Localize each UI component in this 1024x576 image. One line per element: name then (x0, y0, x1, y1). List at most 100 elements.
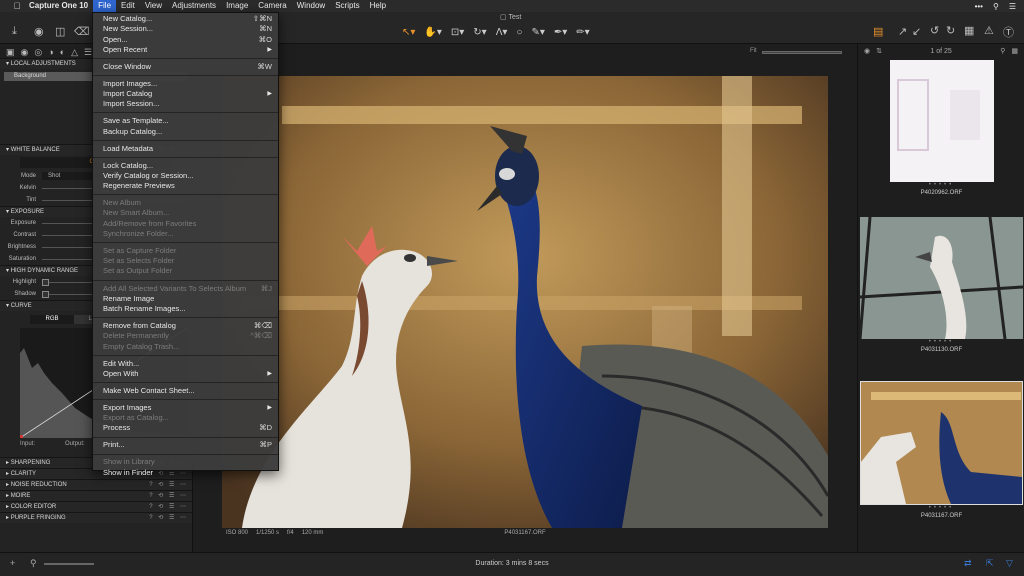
main-image[interactable] (222, 76, 828, 528)
library-tab-icon[interactable]: ▣ (6, 47, 15, 57)
menu-item-show-in-finder[interactable]: Show in Finder (93, 468, 278, 478)
menu-item-regenerate-previews[interactable]: Regenerate Previews (93, 181, 278, 191)
brush-tool-icon[interactable]: ✎▾ (531, 27, 544, 38)
menu-window[interactable]: Window (292, 0, 330, 12)
menu-file[interactable]: File (93, 0, 117, 12)
app-menu[interactable]: Capture One 10 (24, 0, 93, 12)
copy-adjustments-icon[interactable]: ↗ (898, 25, 907, 38)
menu-view[interactable]: View (140, 0, 167, 12)
menu-item-close-window[interactable]: Close Window ⌘W (93, 62, 278, 72)
color-tab-icon[interactable]: ◑ (48, 47, 53, 57)
menu-item-export-images[interactable]: Export Images ▶ (93, 403, 278, 413)
capture-tab-icon[interactable]: ◉ (21, 47, 29, 57)
menu-item-rename-image[interactable]: Rename Image (93, 294, 278, 304)
warning-icon[interactable]: ⚠ (984, 24, 994, 37)
menu-item-backup-catalog[interactable]: Backup Catalog... (93, 127, 278, 137)
menu-image[interactable]: Image (221, 0, 253, 12)
details-tab-icon[interactable]: △ (71, 47, 78, 57)
annotate-tool-icon[interactable]: ✏▾ (576, 27, 589, 38)
submenu-arrow-icon: ▶ (267, 91, 272, 98)
menu-edit[interactable]: Edit (116, 0, 140, 12)
menu-adjustments[interactable]: Adjustments (167, 0, 221, 12)
menu-item-edit-with[interactable]: Edit With... (93, 359, 278, 369)
share-icon[interactable]: ⇱ (986, 558, 994, 569)
apple-menu-icon[interactable]:  (10, 1, 24, 11)
menu-item-import-session[interactable]: Import Session... (93, 99, 278, 109)
menu-item-open[interactable]: Open... ⌘O (93, 35, 278, 45)
menu-item-lock-catalog[interactable]: Lock Catalog... (93, 161, 278, 171)
menu-item-load-metadata[interactable]: Load Metadata (93, 144, 278, 154)
adjustments-tab-icon[interactable]: ☰ (84, 47, 92, 57)
eye-icon[interactable]: ◉ (864, 47, 870, 55)
menu-item-import-catalog[interactable]: Import Catalog ▶ (93, 89, 278, 99)
rating-dots[interactable]: ••••• (860, 182, 1023, 188)
menu-item-verify-catalog-or-session[interactable]: Verify Catalog or Session... (93, 171, 278, 181)
layers-icon[interactable]: ▤ (873, 25, 883, 38)
menu-item-batch-rename-images[interactable]: Batch Rename Images... (93, 304, 278, 314)
menu-item-import-images[interactable]: Import Images... (93, 79, 278, 89)
undo-icon[interactable]: ↺ (930, 24, 939, 37)
menu-item-save-as-template[interactable]: Save as Template... (93, 116, 278, 126)
moire-header[interactable]: ▸ MOIRE? ⟲ ☰ ⋯ (0, 490, 192, 501)
menu-item-label: Delete Permanently (103, 331, 169, 341)
thumbnail[interactable]: ••••• P4020962.ORF (860, 60, 1023, 196)
grid-view-icon[interactable]: ▦ (1011, 47, 1018, 55)
crop-tool-icon[interactable]: ⊡▾ (451, 27, 464, 38)
menu-item-new-session[interactable]: New Session... ⌘N (93, 24, 278, 34)
thumbnail-selected[interactable]: ••••• P4031167.ORF (860, 381, 1023, 519)
menu-item-label: Export Images (103, 402, 152, 412)
menu-item-label: New Session... (103, 24, 154, 34)
menu-camera[interactable]: Camera (253, 0, 291, 12)
purple-fringing-header[interactable]: ▸ PURPLE FRINGING? ⟲ ☰ ⋯ (0, 512, 192, 523)
more-icon[interactable]: ••• (975, 2, 983, 11)
apply-adjustments-icon[interactable]: ↙ (912, 25, 921, 38)
menu-item-process[interactable]: Process ⌘D (93, 423, 278, 433)
camera-icon[interactable]: ◉ (34, 25, 44, 38)
picker-tool-icon[interactable]: ✒▾ (554, 27, 567, 38)
select-tool-icon[interactable]: ↖▾ (402, 27, 415, 38)
menu-scripts[interactable]: Scripts (330, 0, 364, 12)
search-icon[interactable]: ⚲ (993, 2, 999, 11)
exposure-tab-icon[interactable]: ◐ (60, 47, 65, 57)
menu-help[interactable]: Help (365, 0, 391, 12)
menu-item-open-with[interactable]: Open With ▶ (93, 369, 278, 379)
menu-item-open-recent[interactable]: Open Recent ▶ (93, 45, 278, 55)
menu-separator (93, 74, 278, 76)
noise-reduction-header[interactable]: ▸ NOISE REDUCTION? ⟲ ☰ ⋯ (0, 479, 192, 490)
menu-item-print[interactable]: Print... ⌘P (93, 440, 278, 450)
redo-icon[interactable]: ↻ (946, 24, 955, 37)
window-title: ▢ Test (500, 13, 521, 21)
color-editor-header[interactable]: ▸ COLOR EDITOR? ⟲ ☰ ⋯ (0, 501, 192, 512)
rotate-tool-icon[interactable]: ↻▾ (473, 27, 486, 38)
menu-item-label: Open Recent (103, 44, 148, 54)
menu-item-remove-from-catalog[interactable]: Remove from Catalog ⌘⌫ (93, 321, 278, 331)
thumbnail[interactable]: ••••• P4031130.ORF (858, 216, 1024, 353)
list-icon[interactable]: ☰ (1009, 2, 1016, 11)
browser-header: ◉ ⇅ 1 of 25 ⚲ ▦ (858, 44, 1024, 58)
spot-tool-icon[interactable]: ○ (516, 27, 522, 38)
import-icon[interactable]: ⤓ (12, 25, 17, 38)
rating-dots[interactable]: ••••• (860, 339, 1023, 345)
menu-item-new-catalog[interactable]: New Catalog... ⇧⌘N (93, 14, 278, 24)
menu-separator (93, 453, 278, 455)
sort-icon[interactable]: ⇅ (876, 47, 882, 55)
slider-knob[interactable] (42, 278, 49, 286)
menu-item-set-as-selects-folder: Set as Selects Folder (93, 256, 278, 266)
grid-icon[interactable]: ▦ (964, 24, 974, 37)
lens-tab-icon[interactable]: ◎ (34, 47, 42, 57)
pan-tool-icon[interactable]: ✋▾ (424, 27, 441, 38)
search-icon[interactable]: ⚲ (1000, 47, 1005, 55)
trash-icon[interactable]: ⌫ (74, 25, 90, 38)
keystone-tool-icon[interactable]: Λ▾ (496, 27, 508, 38)
slider-knob[interactable] (42, 290, 49, 298)
zoom-slider[interactable] (762, 51, 842, 54)
glasses-icon[interactable]: Ⓣ (1003, 24, 1014, 40)
sync-icon[interactable]: ⇄ (964, 558, 972, 569)
menu-item-shortcut: ⌘W (257, 61, 272, 71)
viewer-filename: P4031167.ORF (504, 530, 546, 536)
export-icon[interactable]: ◫ (55, 25, 65, 38)
menu-item-label: Open With (103, 368, 139, 378)
curve-tab-rgb[interactable]: RGB (30, 315, 74, 324)
menu-item-make-web-contact-sheet[interactable]: Make Web Contact Sheet... (93, 386, 278, 396)
filter-icon[interactable]: ▽ (1006, 558, 1013, 569)
